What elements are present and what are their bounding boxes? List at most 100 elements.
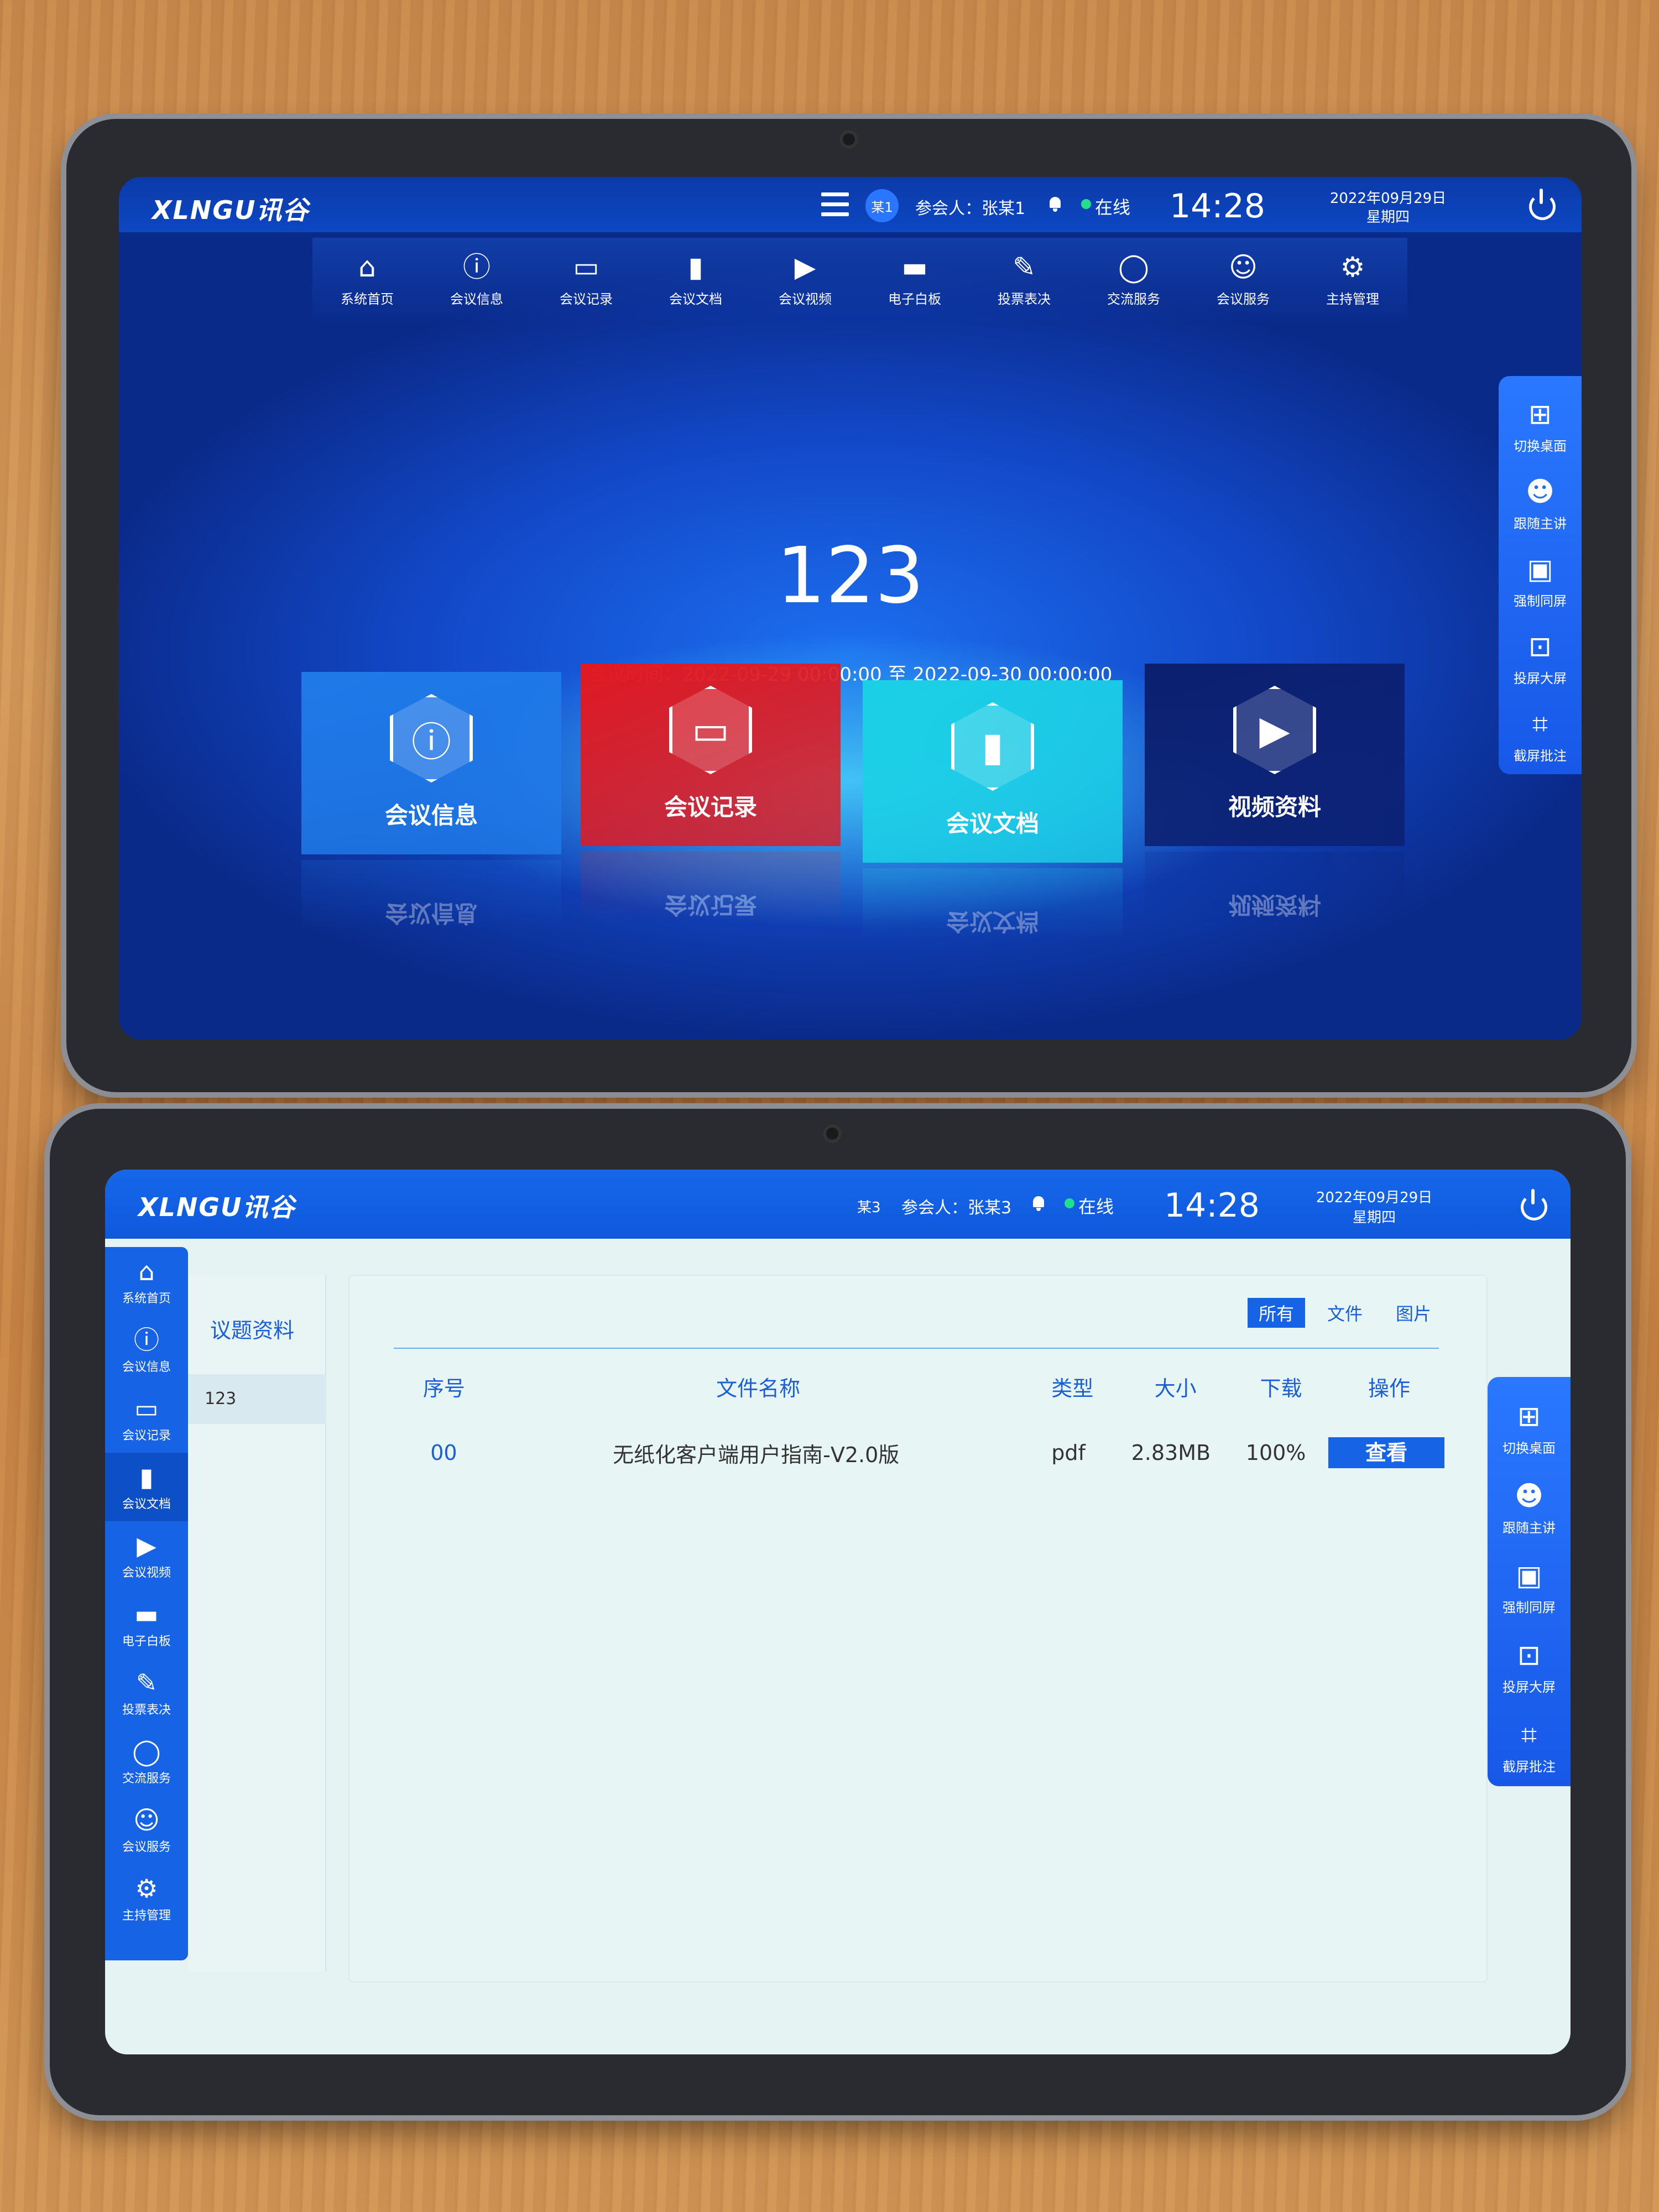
gear-icon: ⚙ <box>135 1874 158 1903</box>
nav-item-home[interactable]: ⌂ 系统首页 <box>312 238 422 321</box>
nav-item-label: 电子白板 <box>888 291 941 307</box>
participant-label: 参会人：张某3 <box>901 1198 1012 1218</box>
cell-seq: 00 <box>430 1441 457 1465</box>
sidebar-item-laptop[interactable]: ▭ 会议记录 <box>105 1384 188 1453</box>
header-filename: 文件名称 <box>716 1376 801 1401</box>
tool-label: 截屏批注 <box>1503 1759 1556 1775</box>
sidebar-item-chat[interactable]: ◯ 交流服务 <box>105 1727 188 1796</box>
sidebar-item-gear[interactable]: ⚙ 主持管理 <box>105 1864 188 1933</box>
nav-item-play[interactable]: ▶ 会议视频 <box>750 238 860 321</box>
card-label: 会议文档 <box>946 810 1039 837</box>
user-badge: 某1 <box>865 189 899 222</box>
right-toolbar: ⊞ 切换桌面 ☻ 跟随主讲 ▣ 强制同屏 ⊡ 投屏大屏 ⌗ 截屏批注 <box>1499 376 1582 774</box>
card-reflection: 会议记录 <box>581 852 841 924</box>
clock-time: 14:28 <box>1164 1186 1260 1225</box>
right-toolbar: ⊞ 切换桌面 ☻ 跟随主讲 ▣ 强制同屏 ⊡ 投屏大屏 ⌗ 截屏批注 <box>1488 1377 1571 1786</box>
nav-item-label: 会议视频 <box>779 291 832 307</box>
laptop-icon: ▭ <box>573 251 599 283</box>
tab-images[interactable]: 图片 <box>1385 1298 1442 1328</box>
sidebar-item-play[interactable]: ▶ 会议视频 <box>105 1521 188 1590</box>
tool-grid[interactable]: ⊞ 切换桌面 <box>1488 1388 1571 1468</box>
info-icon: ⓘ <box>463 251 491 283</box>
power-icon[interactable] <box>1521 1189 1547 1220</box>
online-status: 在线 <box>1095 197 1131 218</box>
crop-icon: ⌗ <box>1521 1718 1537 1751</box>
tool-monitor-sync[interactable]: ▣ 强制同屏 <box>1488 1547 1571 1627</box>
header-action: 操作 <box>1368 1376 1410 1401</box>
cell-size: 2.83MB <box>1131 1441 1211 1465</box>
card-info[interactable]: ⓘ 会议信息 <box>301 672 561 854</box>
sidebar-item-label: 系统首页 <box>122 1292 171 1306</box>
tool-people[interactable]: ☻ 跟随主讲 <box>1499 465 1582 542</box>
laptop-icon: ▭ <box>669 686 752 774</box>
monitor-sync-icon: ▣ <box>1527 552 1553 585</box>
tool-crop[interactable]: ⌗ 截屏批注 <box>1499 697 1582 774</box>
card-reflection: 会议文档 <box>863 868 1123 940</box>
card-reflection: 会议信息 <box>301 860 561 932</box>
smile-icon: ☺ <box>133 1805 160 1835</box>
table-divider <box>394 1348 1439 1349</box>
screen-top: XLNGU讯谷 某1 参会人：张某1 在线 14:28 2022年09月29日 … <box>119 177 1582 1040</box>
tool-grid[interactable]: ⊞ 切换桌面 <box>1499 387 1582 465</box>
view-button[interactable]: 查看 <box>1328 1437 1444 1468</box>
left-nav: ⌂ 系统首页 ⓘ 会议信息 ▭ 会议记录 ▮ 会议文档 ▶ 会议视频 ▬ 电子白板 ✎ 投票表决 ◯ 交流服务… <box>105 1247 188 1960</box>
sidebar-item-label: 投票表决 <box>122 1703 171 1717</box>
card-play[interactable]: ▶ 视频资料 <box>1145 664 1405 846</box>
nav-item-label: 会议记录 <box>560 291 613 307</box>
nav-item-chat[interactable]: ◯ 交流服务 <box>1079 238 1188 321</box>
tool-label: 切换桌面 <box>1514 438 1567 454</box>
sidebar-item-folder[interactable]: ▬ 电子白板 <box>105 1590 188 1658</box>
card-label: 视频资料 <box>1228 794 1321 821</box>
sidebar-item-home[interactable]: ⌂ 系统首页 <box>105 1247 188 1316</box>
card-laptop[interactable]: ▭ 会议记录 <box>581 664 841 846</box>
date: 2022年09月29日 <box>1329 190 1447 207</box>
tool-label: 切换桌面 <box>1503 1440 1556 1456</box>
user-badge: 某3 <box>857 1199 881 1216</box>
folder-icon: ▬ <box>134 1599 159 1629</box>
people-icon: ☻ <box>1525 475 1555 508</box>
nav-item-label: 系统首页 <box>341 291 394 307</box>
tool-monitor-sync[interactable]: ▣ 强制同屏 <box>1499 542 1582 619</box>
file-list-panel: 所有 文件 图片 序号 文件名称 类型 大小 下载 操作 00 无纸化客户端用户… <box>348 1275 1488 1983</box>
play-icon: ▶ <box>1233 686 1316 774</box>
tool-projector[interactable]: ⊡ 投屏大屏 <box>1499 619 1582 697</box>
nav-item-label: 交流服务 <box>1107 291 1160 307</box>
header-seq: 序号 <box>422 1376 465 1401</box>
sidebar-item-label: 电子白板 <box>122 1635 171 1648</box>
nav-item-laptop[interactable]: ▭ 会议记录 <box>531 238 641 321</box>
tab-files[interactable]: 文件 <box>1316 1298 1374 1328</box>
sidebar-item-info[interactable]: ⓘ 会议信息 <box>105 1316 188 1384</box>
table-row[interactable]: 00 无纸化客户端用户指南-V2.0版 pdf 2.83MB 100% 查看 <box>394 1431 1444 1475</box>
sidebar-item-label: 会议文档 <box>122 1498 171 1511</box>
sidebar-item-clipboard[interactable]: ▮ 会议文档 <box>105 1453 188 1521</box>
tab-all[interactable]: 所有 <box>1247 1298 1305 1328</box>
tool-label: 强制同屏 <box>1514 593 1567 609</box>
nav-item-info[interactable]: ⓘ 会议信息 <box>422 238 531 321</box>
nav-item-smile[interactable]: ☺ 会议服务 <box>1188 238 1298 321</box>
card-label: 会议信息 <box>384 802 478 829</box>
nav-item-folder[interactable]: ▬ 电子白板 <box>860 238 969 321</box>
table-header: 序号 文件名称 类型 大小 下载 操作 <box>394 1364 1444 1408</box>
online-status: 在线 <box>1078 1196 1114 1217</box>
tool-projector[interactable]: ⊡ 投屏大屏 <box>1488 1627 1571 1707</box>
sidebar-item-label: 会议服务 <box>122 1840 171 1854</box>
bell-icon[interactable] <box>1048 196 1062 212</box>
bell-icon[interactable] <box>1031 1195 1046 1212</box>
tool-crop[interactable]: ⌗ 截屏批注 <box>1488 1707 1571 1786</box>
ticket-icon: ✎ <box>1013 251 1036 283</box>
tool-people[interactable]: ☻ 跟随主讲 <box>1488 1468 1571 1547</box>
participant-label: 参会人：张某1 <box>915 199 1026 218</box>
power-icon[interactable] <box>1529 189 1556 220</box>
top-nav: ⌂ 系统首页 ⓘ 会议信息 ▭ 会议记录 ▮ 会议文档 ▶ 会议视频 ▬ 电子白板 ✎ 投票表决 ◯ 交流服务… <box>312 238 1407 321</box>
sidebar-item-smile[interactable]: ☺ 会议服务 <box>105 1796 188 1864</box>
menu-icon[interactable] <box>821 192 849 217</box>
subnav-item-123[interactable]: 123 <box>188 1374 326 1424</box>
nav-item-gear[interactable]: ⚙ 主持管理 <box>1298 238 1407 321</box>
sidebar-item-ticket[interactable]: ✎ 投票表决 <box>105 1658 188 1727</box>
card-reflection: 视频资料 <box>1145 852 1405 924</box>
people-icon: ☻ <box>1514 1479 1544 1512</box>
subnav-title: 议题资料 <box>210 1318 295 1343</box>
card-clipboard[interactable]: ▮ 会议文档 <box>863 680 1123 863</box>
nav-item-ticket[interactable]: ✎ 投票表决 <box>969 238 1079 321</box>
nav-item-clipboard[interactable]: ▮ 会议文档 <box>641 238 750 321</box>
